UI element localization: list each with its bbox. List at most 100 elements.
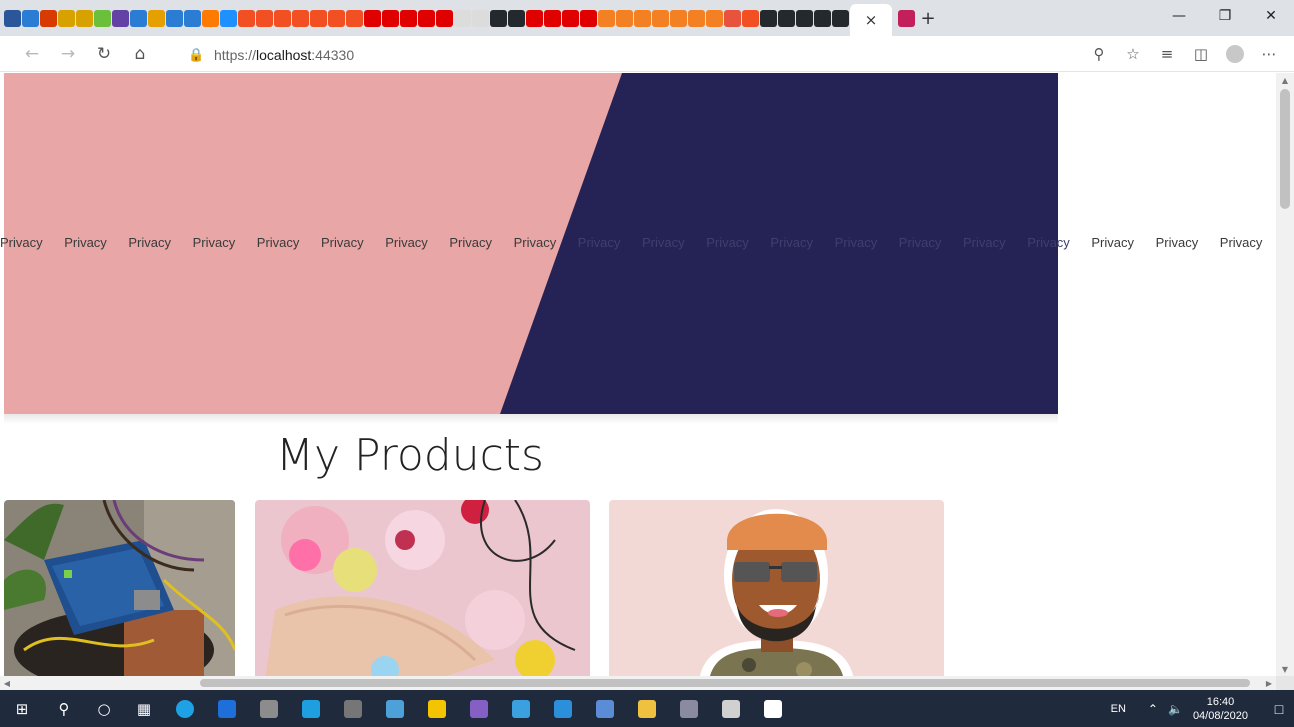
tab-favicon[interactable] — [382, 9, 399, 27]
product-card-flowers[interactable] — [255, 500, 590, 676]
windows-start-icon[interactable]: ⊞ — [0, 690, 44, 727]
tab-favicon[interactable] — [436, 9, 453, 27]
tab-favicon[interactable] — [418, 9, 435, 27]
skype-icon[interactable] — [290, 690, 332, 727]
restore-icon[interactable]: ❐ — [1202, 0, 1248, 32]
product-card-avatar[interactable] — [609, 500, 944, 676]
close-window-icon[interactable]: ✕ — [1248, 0, 1294, 32]
profile-avatar-icon[interactable] — [1226, 45, 1244, 63]
vs-tool-icon[interactable] — [500, 690, 542, 727]
tab-favicon[interactable] — [310, 9, 327, 27]
privacy-link[interactable]: Privacy — [1027, 235, 1070, 250]
favorite-star-icon[interactable]: ☆ — [1116, 39, 1150, 69]
tab-favicon[interactable] — [742, 9, 759, 27]
tab-favicon[interactable] — [238, 9, 255, 27]
tab-favicon[interactable] — [616, 9, 633, 27]
tab-favicon[interactable] — [346, 9, 363, 27]
task-view-icon[interactable]: ▦ — [124, 690, 164, 727]
tab-favicon[interactable] — [490, 9, 507, 27]
tab-favicon[interactable] — [898, 9, 915, 27]
privacy-link[interactable]: Privacy — [449, 235, 492, 250]
clock[interactable]: 16:40 04/08/2020 — [1193, 695, 1248, 723]
minimize-icon[interactable]: — — [1156, 0, 1202, 32]
tab-favicon[interactable] — [130, 9, 147, 27]
address-bar[interactable]: 🔒 https://localhost:44330 — [188, 42, 1108, 68]
tab-favicon[interactable] — [652, 9, 669, 27]
vertical-scroll-thumb[interactable] — [1280, 89, 1290, 209]
tab-favicon[interactable] — [544, 9, 561, 27]
media-icon[interactable] — [710, 690, 752, 727]
show-hidden-icons-icon[interactable]: ⌃ — [1148, 702, 1158, 716]
tab-favicon[interactable] — [832, 9, 849, 27]
tab-favicon[interactable] — [796, 9, 813, 27]
tab-favicon[interactable] — [724, 9, 741, 27]
privacy-link[interactable]: Privacy — [770, 235, 813, 250]
privacy-link[interactable]: Privacy — [1091, 235, 1134, 250]
forward-icon[interactable]: → — [50, 39, 86, 69]
privacy-link[interactable]: Privacy — [963, 235, 1006, 250]
ie-icon[interactable] — [206, 690, 248, 727]
privacy-link[interactable]: Privacy — [0, 235, 43, 250]
privacy-link[interactable]: Privacy — [385, 235, 428, 250]
zoom-icon[interactable]: ⚲ — [1082, 39, 1116, 69]
tab-favicon[interactable] — [364, 9, 381, 27]
docs-icon[interactable] — [752, 690, 794, 727]
tab-favicon[interactable] — [472, 9, 489, 27]
tab-favicon[interactable] — [508, 9, 525, 27]
explorer-icon[interactable] — [626, 690, 668, 727]
tab-favicon[interactable] — [670, 9, 687, 27]
remote-icon[interactable] — [584, 690, 626, 727]
tab-favicon[interactable] — [274, 9, 291, 27]
scroll-down-icon[interactable]: ▼ — [1276, 662, 1294, 676]
tab-favicon[interactable] — [166, 9, 183, 27]
privacy-link[interactable]: Privacy — [899, 235, 942, 250]
favorites-list-icon[interactable]: ≡ — [1150, 39, 1184, 69]
scroll-right-icon[interactable]: ▶ — [1262, 676, 1276, 690]
search-icon[interactable]: ⚲ — [44, 690, 84, 727]
cortana-icon[interactable]: ○ — [84, 690, 124, 727]
usb-icon[interactable] — [248, 690, 290, 727]
notifications-icon[interactable]: □ — [1264, 701, 1294, 717]
tab-favicon[interactable] — [706, 9, 723, 27]
scroll-left-icon[interactable]: ◀ — [0, 676, 14, 690]
sticky-icon[interactable] — [416, 690, 458, 727]
tab-favicon[interactable] — [94, 9, 111, 27]
privacy-link[interactable]: Privacy — [193, 235, 236, 250]
tab-favicon[interactable] — [4, 9, 21, 27]
scroll-up-icon[interactable]: ▲ — [1276, 73, 1294, 87]
close-tab-icon[interactable]: × — [865, 11, 878, 29]
edge-icon[interactable] — [164, 690, 206, 727]
tab-favicon[interactable] — [562, 9, 579, 27]
tab-favicon[interactable] — [112, 9, 129, 27]
volume-icon[interactable]: 🔈 — [1168, 702, 1183, 716]
tab-favicon[interactable] — [760, 9, 777, 27]
snip-icon[interactable] — [374, 690, 416, 727]
tab-favicon[interactable] — [220, 9, 237, 27]
privacy-link[interactable]: Privacy — [321, 235, 364, 250]
tab-favicon[interactable] — [328, 9, 345, 27]
tab-favicon[interactable] — [778, 9, 795, 27]
privacy-link[interactable]: Privacy — [1220, 235, 1263, 250]
tab-favicon[interactable] — [58, 9, 75, 27]
tab-favicon[interactable] — [256, 9, 273, 27]
vscode-icon[interactable] — [542, 690, 584, 727]
privacy-link[interactable]: Privacy — [706, 235, 749, 250]
product-card-arduino[interactable] — [4, 500, 235, 676]
more-options-icon[interactable]: ⋯ — [1252, 39, 1286, 69]
tab-favicon[interactable] — [292, 9, 309, 27]
language-indicator[interactable]: EN — [1111, 703, 1126, 715]
new-tab-button[interactable]: + — [918, 8, 938, 29]
horizontal-scroll-thumb[interactable] — [200, 679, 1250, 687]
home-icon[interactable]: ⌂ — [122, 39, 158, 69]
tab-favicon[interactable] — [814, 9, 831, 27]
tab-favicon[interactable] — [454, 9, 471, 27]
horizontal-scrollbar[interactable]: ◀ ▶ — [0, 676, 1276, 690]
privacy-link[interactable]: Privacy — [514, 235, 557, 250]
tab-favicon[interactable] — [580, 9, 597, 27]
tab-favicon[interactable] — [688, 9, 705, 27]
tab-favicon[interactable] — [634, 9, 651, 27]
privacy-link[interactable]: Privacy — [257, 235, 300, 250]
tab-favicon[interactable] — [184, 9, 201, 27]
tab-favicon[interactable] — [526, 9, 543, 27]
visual-studio-icon[interactable] — [458, 690, 500, 727]
